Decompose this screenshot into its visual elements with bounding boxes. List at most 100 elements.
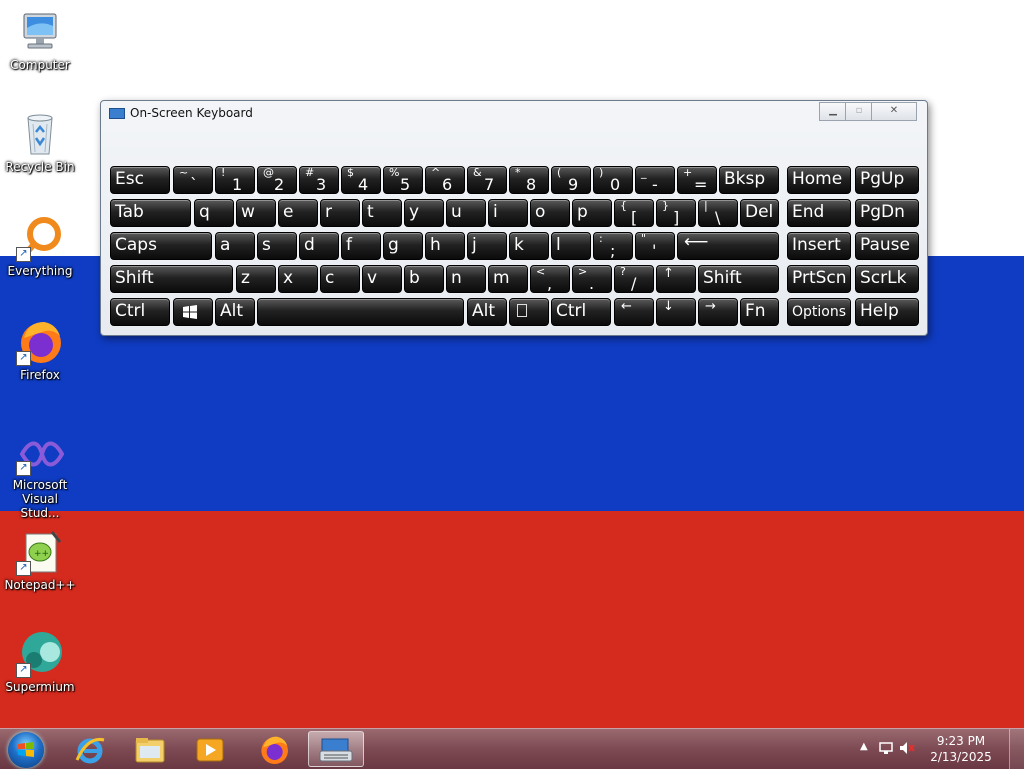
desktop-icon-everything[interactable]: ↗ Everything	[2, 214, 78, 278]
key-alt-right[interactable]: Alt	[467, 298, 507, 326]
key-end[interactable]: End	[787, 199, 851, 227]
key-b[interactable]: b	[404, 265, 444, 293]
key-arrow-up[interactable]: ↑	[656, 265, 696, 293]
taskbar-internet-explorer[interactable]	[62, 731, 118, 767]
show-desktop-button[interactable]	[1009, 729, 1024, 769]
key-w[interactable]: w	[236, 199, 276, 227]
clock[interactable]: 9:23 PM 2/13/2025	[926, 733, 996, 765]
key-arrow-down[interactable]: ↓	[656, 298, 696, 326]
key-o[interactable]: o	[530, 199, 570, 227]
key-pause[interactable]: Pause	[855, 232, 919, 260]
key-arrow-right[interactable]: →	[698, 298, 738, 326]
key-home[interactable]: Home	[787, 166, 851, 194]
close-button[interactable]: ✕	[871, 102, 917, 121]
key-g[interactable]: g	[383, 232, 423, 260]
key-5[interactable]: % 5	[383, 166, 423, 194]
key-arrow-left[interactable]: ←	[614, 298, 654, 326]
key-space[interactable]	[257, 298, 464, 326]
key-close-bracket[interactable]: }]	[656, 199, 696, 227]
taskbar-media-player[interactable]	[182, 731, 238, 767]
key-alt-left[interactable]: Alt	[215, 298, 255, 326]
key-comma[interactable]: <,	[530, 265, 570, 293]
key-pgup[interactable]: PgUp	[855, 166, 919, 194]
key-equals[interactable]: + =	[677, 166, 717, 194]
key-enter[interactable]: ⟵	[677, 232, 779, 260]
key-t[interactable]: t	[362, 199, 402, 227]
key-backslash[interactable]: | \	[698, 199, 738, 227]
key-menu[interactable]	[509, 298, 549, 326]
key-r[interactable]: r	[320, 199, 360, 227]
key-esc[interactable]: Esc	[110, 166, 170, 194]
key-l[interactable]: l	[551, 232, 591, 260]
taskbar-file-explorer[interactable]	[122, 731, 178, 767]
show-hidden-icons-icon[interactable]: ▲	[860, 741, 868, 752]
key-y[interactable]: y	[404, 199, 444, 227]
key-3[interactable]: #3	[299, 166, 339, 194]
key-ctrl-right[interactable]: Ctrl	[551, 298, 611, 326]
key-9[interactable]: (9	[551, 166, 591, 194]
key-4[interactable]: $4	[341, 166, 381, 194]
key-slash[interactable]: ? /	[614, 265, 654, 293]
key-options[interactable]: Options	[787, 298, 851, 326]
desktop-icon-recycle-bin[interactable]: Recycle Bin	[2, 110, 78, 174]
key-2[interactable]: @2	[257, 166, 297, 194]
taskbar-on-screen-keyboard[interactable]	[308, 731, 364, 767]
key-del[interactable]: Del	[740, 199, 779, 227]
key-s[interactable]: s	[257, 232, 297, 260]
key-quote[interactable]: " '	[635, 232, 675, 260]
key-h[interactable]: h	[425, 232, 465, 260]
key-d[interactable]: d	[299, 232, 339, 260]
key-6[interactable]: ^ 6	[425, 166, 465, 194]
key-bksp[interactable]: Bksp	[719, 166, 779, 194]
key-8[interactable]: * 8	[509, 166, 549, 194]
key-period[interactable]: >.	[572, 265, 612, 293]
key-u[interactable]: u	[446, 199, 486, 227]
key-insert[interactable]: Insert	[787, 232, 851, 260]
key-windows[interactable]	[173, 298, 213, 326]
key-j[interactable]: j	[467, 232, 507, 260]
key-caps[interactable]: Caps	[110, 232, 212, 260]
key-n[interactable]: n	[446, 265, 486, 293]
key-e[interactable]: e	[278, 199, 318, 227]
start-button[interactable]	[4, 730, 48, 768]
key-i[interactable]: i	[488, 199, 528, 227]
desktop-icon-supermium[interactable]: ↗ Supermium	[2, 630, 78, 694]
minimize-button[interactable]: ▁	[819, 102, 847, 121]
key-shift-left[interactable]: Shift	[110, 265, 233, 293]
key-tab[interactable]: Tab	[110, 199, 191, 227]
key-1[interactable]: ! 1	[215, 166, 255, 194]
key-q[interactable]: q	[194, 199, 234, 227]
key-help[interactable]: Help	[855, 298, 919, 326]
on-screen-keyboard-window[interactable]: On-Screen Keyboard ▁ ▫ ✕ Esc ~ ` ! 1 @2 #3…	[100, 100, 928, 336]
key-0[interactable]: ) 0	[593, 166, 633, 194]
key-scrlk[interactable]: ScrLk	[855, 265, 919, 293]
key-ctrl-left[interactable]: Ctrl	[110, 298, 170, 326]
key-m[interactable]: m	[488, 265, 528, 293]
taskbar-firefox[interactable]	[246, 731, 302, 767]
desktop-icon-notepadpp[interactable]: ++ ↗ Notepad++	[2, 528, 78, 592]
desktop-icon-firefox[interactable]: ↗ Firefox	[2, 318, 78, 382]
key-z[interactable]: z	[236, 265, 276, 293]
key-c[interactable]: c	[320, 265, 360, 293]
network-icon[interactable]	[878, 740, 894, 760]
key-7[interactable]: & 7	[467, 166, 507, 194]
key-p[interactable]: p	[572, 199, 612, 227]
key-f[interactable]: f	[341, 232, 381, 260]
key-semicolon[interactable]: :;	[593, 232, 633, 260]
key-minus[interactable]: _ -	[635, 166, 675, 194]
key-backtick[interactable]: ~ `	[173, 166, 213, 194]
key-open-bracket[interactable]: {[	[614, 199, 654, 227]
volume-muted-icon[interactable]	[898, 740, 916, 760]
key-v[interactable]: v	[362, 265, 402, 293]
key-fn[interactable]: Fn	[740, 298, 779, 326]
key-a[interactable]: a	[215, 232, 255, 260]
maximize-button[interactable]: ▫	[845, 102, 873, 121]
key-shift-right[interactable]: Shift	[698, 265, 779, 293]
key-prtscn[interactable]: PrtScn	[787, 265, 851, 293]
maximize-icon: ▫	[855, 105, 863, 116]
key-pgdn[interactable]: PgDn	[855, 199, 919, 227]
desktop-icon-computer[interactable]: Computer	[2, 8, 78, 72]
desktop-icon-visual-studio[interactable]: ↗ Microsoft Visual Stud...	[2, 432, 78, 520]
key-k[interactable]: k	[509, 232, 549, 260]
key-x[interactable]: x	[278, 265, 318, 293]
